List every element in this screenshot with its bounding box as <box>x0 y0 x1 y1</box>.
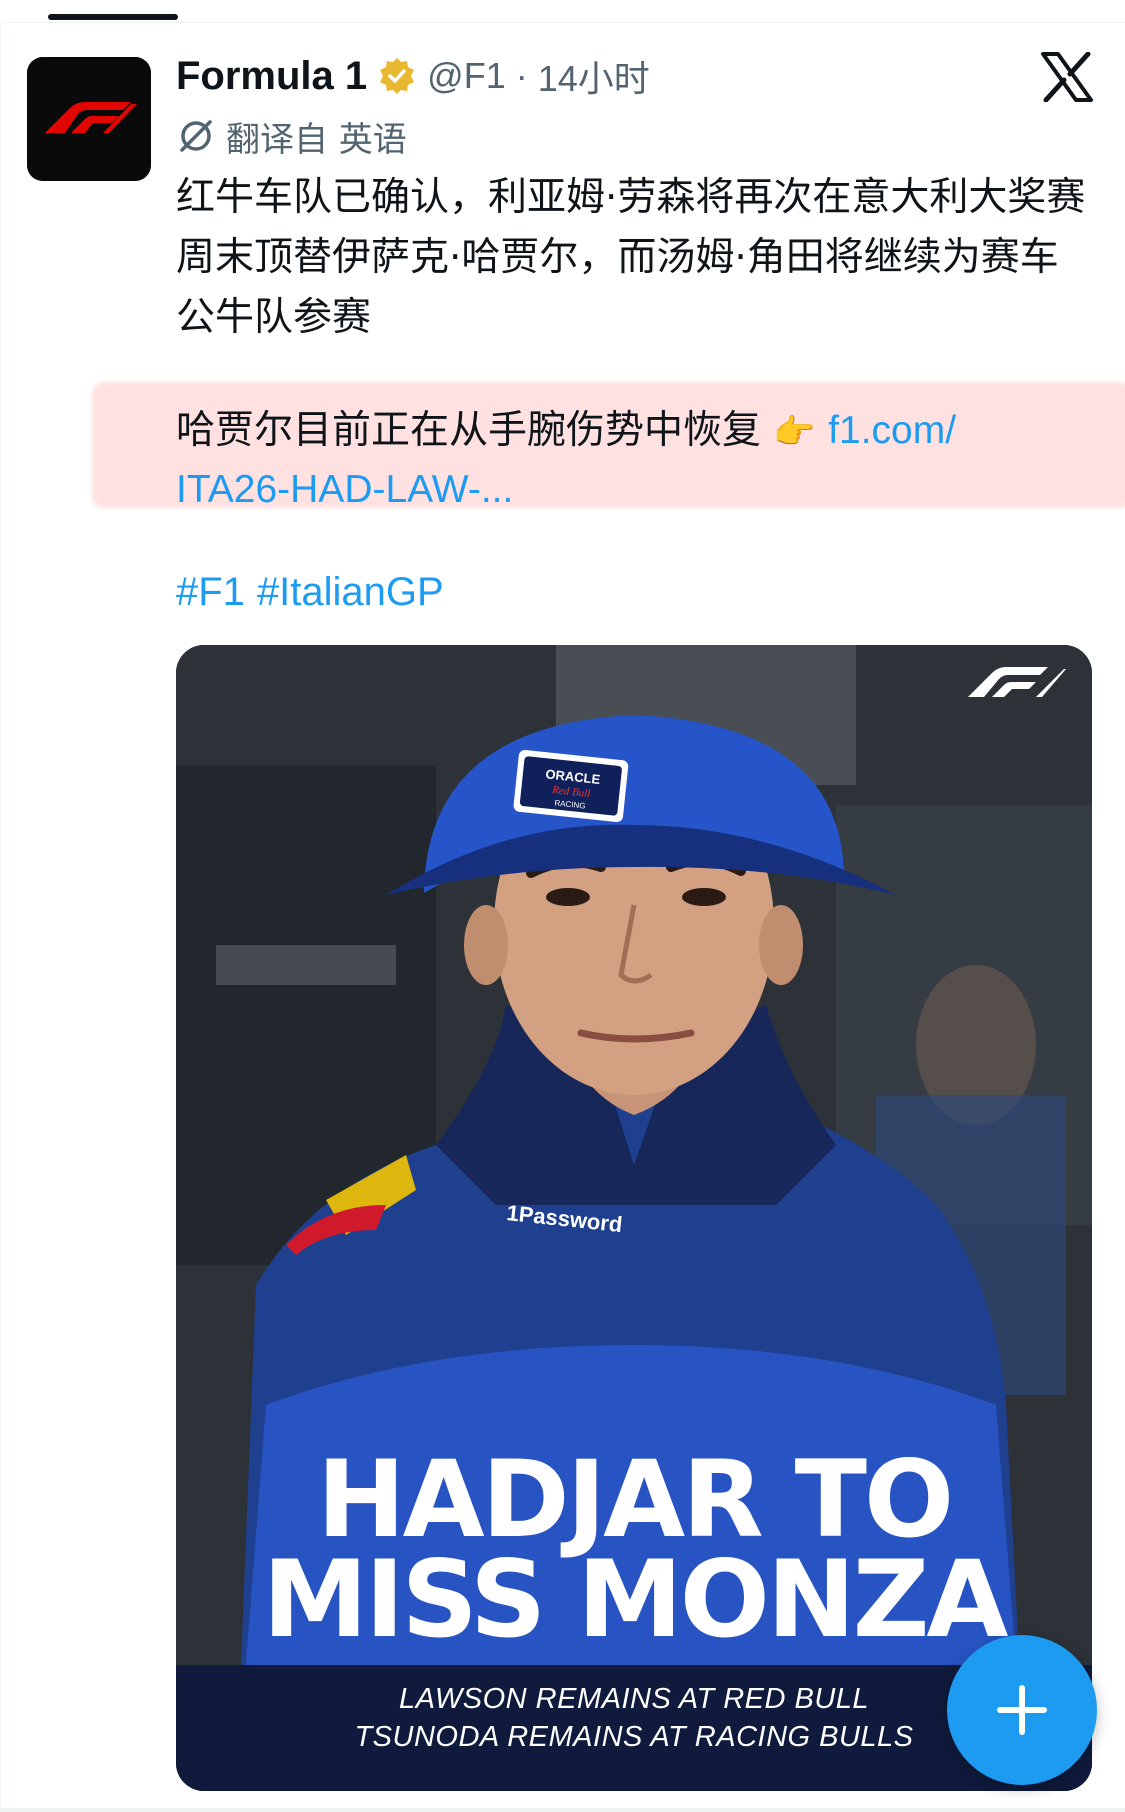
f1-watermark-icon <box>968 667 1066 697</box>
compose-button[interactable] <box>947 1635 1097 1785</box>
translation-note[interactable]: 翻译自 英语 <box>176 113 407 160</box>
tweet-body: 红牛车队已确认，利亚姆·劳森将再次在意大利大奖赛周末顶替伊萨克·哈贾尔，而汤姆·… <box>176 175 1086 340</box>
pointing-hand-icon: 👉 <box>773 412 816 452</box>
plus-icon <box>997 1685 1047 1735</box>
avatar[interactable] <box>27 57 151 181</box>
timestamp[interactable]: 14小时 <box>538 50 650 102</box>
injury-text: 哈贾尔目前正在从手腕伤势中恢复 <box>176 408 762 453</box>
verified-badge-icon <box>380 58 415 94</box>
author-handle[interactable]: @F1 <box>427 55 506 97</box>
hashtags: #F1 #ItalianGP <box>176 570 456 615</box>
tweet-image[interactable]: ORACLE Red Bull RACING 1Password HADJAR … <box>176 645 1092 1791</box>
f1-logo-icon <box>27 57 151 181</box>
separator-dot: · <box>515 55 528 96</box>
bottom-divider <box>0 1808 1125 1812</box>
sheet-handle[interactable] <box>48 14 178 20</box>
top-bar <box>0 0 1125 23</box>
author-name[interactable]: Formula 1 <box>176 54 367 99</box>
translate-icon <box>180 120 212 152</box>
tweet-second-paragraph: 哈贾尔目前正在从手腕伤势中恢复 👉 f1.com/ITA26-HAD-LAW-.… <box>176 402 1076 519</box>
hashtag-f1[interactable]: #F1 <box>176 570 245 614</box>
image-headline-line2: MISS MONZA <box>262 1538 1009 1661</box>
tweet-header: Formula 1 @F1 · 14小时 <box>176 48 650 104</box>
left-divider <box>0 22 1 1812</box>
x-logo-icon[interactable] <box>1040 52 1094 102</box>
translation-label: 翻译自 英语 <box>226 119 407 160</box>
hashtag-italiangp[interactable]: #ItalianGP <box>257 570 444 614</box>
